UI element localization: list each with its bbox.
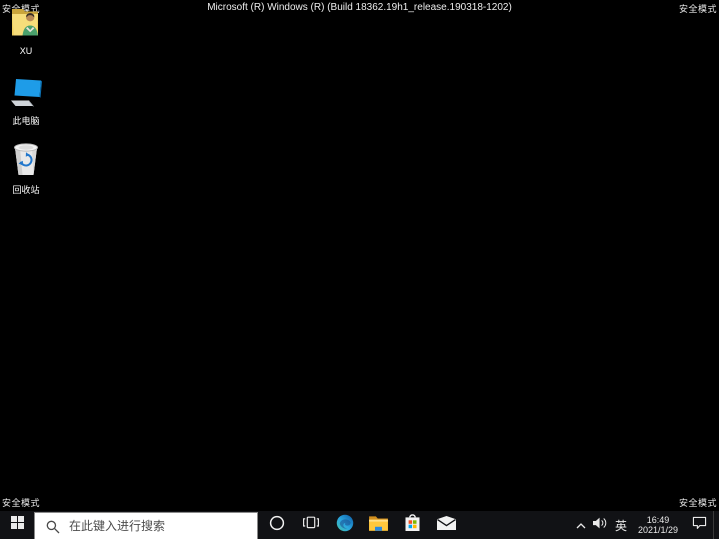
edge-button[interactable] bbox=[328, 511, 361, 539]
hidden-icons-chevron-button[interactable] bbox=[573, 511, 589, 539]
windows-logo-icon bbox=[10, 516, 24, 534]
mail-icon bbox=[437, 515, 456, 535]
this-pc-icon bbox=[8, 78, 44, 114]
action-center-button[interactable] bbox=[685, 511, 713, 539]
clock[interactable]: 16:49 2021/1/29 bbox=[631, 511, 685, 539]
edge-icon bbox=[336, 514, 354, 537]
ime-language-button[interactable]: 英 bbox=[611, 511, 631, 539]
task-view-button[interactable] bbox=[294, 511, 327, 539]
microsoft-store-button[interactable] bbox=[396, 511, 429, 539]
desktop-icon-this-pc[interactable]: 此电脑 bbox=[0, 78, 52, 127]
start-button[interactable] bbox=[0, 511, 34, 539]
safe-mode-label-bottom-right: 安全模式 bbox=[678, 498, 717, 508]
search-input[interactable] bbox=[35, 513, 257, 539]
windows-build-banner: Microsoft (R) Windows (R) (Build 18362.1… bbox=[207, 2, 512, 13]
desktop-icon-label: 回收站 bbox=[12, 185, 40, 195]
system-tray: 英 16:49 2021/1/29 bbox=[573, 511, 719, 539]
desktop-icon-label: 此电脑 bbox=[12, 116, 40, 126]
file-explorer-icon bbox=[369, 515, 388, 536]
recycle-bin-icon bbox=[10, 142, 42, 183]
file-explorer-button[interactable] bbox=[362, 511, 395, 539]
chevron-up-icon bbox=[576, 516, 586, 534]
desktop-icon-user-folder[interactable]: XU bbox=[0, 6, 52, 57]
taskbar-search bbox=[34, 512, 258, 539]
clock-date: 2021/1/29 bbox=[637, 525, 679, 535]
safe-mode-label-bottom-left: 安全模式 bbox=[2, 498, 41, 508]
desktop-icon-label: XU bbox=[19, 46, 33, 56]
show-desktop-button[interactable] bbox=[713, 511, 719, 539]
speaker-icon bbox=[592, 516, 608, 534]
search-icon bbox=[46, 520, 60, 534]
taskbar: 英 16:49 2021/1/29 bbox=[0, 511, 719, 539]
desktop: 安全模式 安全模式 安全模式 安全模式 Microsoft (R) Window… bbox=[0, 0, 719, 539]
volume-button[interactable] bbox=[589, 511, 611, 539]
clock-time: 16:49 bbox=[646, 515, 670, 525]
desktop-icon-recycle-bin[interactable]: 回收站 bbox=[0, 142, 52, 196]
task-view-icon bbox=[302, 515, 320, 535]
cortana-button[interactable] bbox=[260, 511, 293, 539]
microsoft-store-icon bbox=[404, 513, 421, 537]
cortana-icon bbox=[269, 515, 285, 536]
action-center-icon bbox=[692, 516, 707, 535]
user-folder-icon bbox=[8, 6, 44, 44]
mail-button[interactable] bbox=[430, 511, 463, 539]
